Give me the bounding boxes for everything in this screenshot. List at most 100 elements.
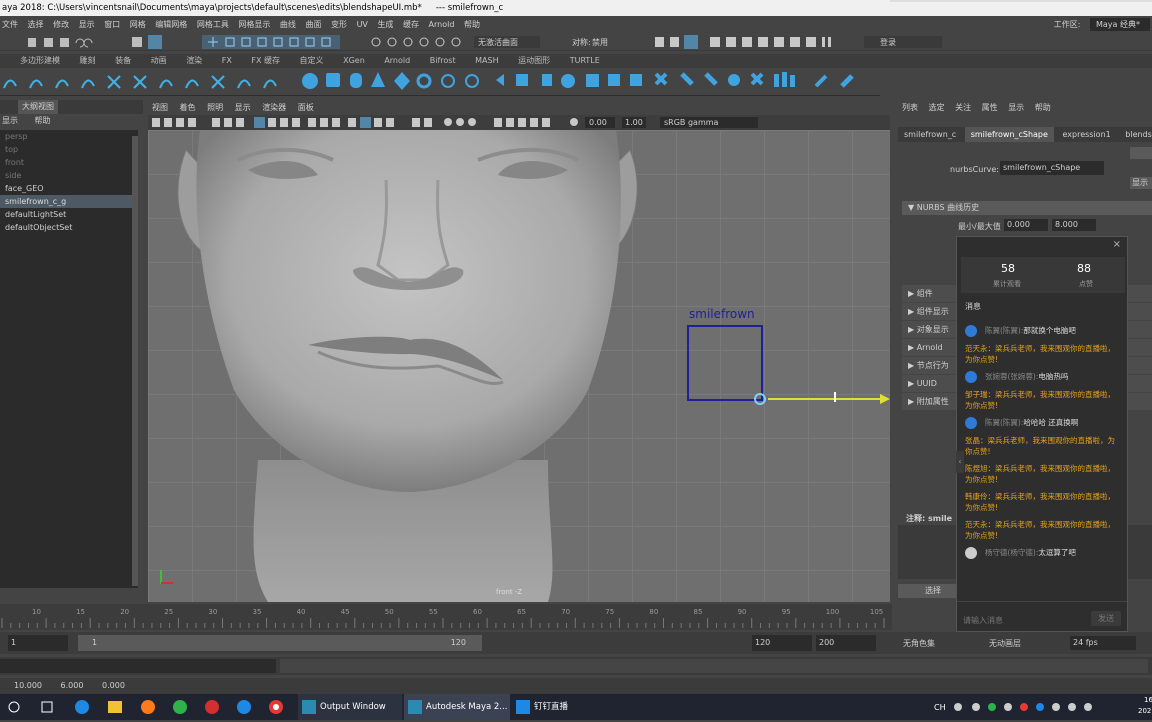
message-input[interactable]: 请输入消息: [963, 615, 1003, 626]
move-axis-line[interactable]: [768, 398, 888, 400]
symmetry-dropdown[interactable]: 禁用: [592, 37, 608, 48]
outliner-menu-help[interactable]: 帮助: [35, 116, 51, 125]
attr-menu-show[interactable]: 显示: [1008, 101, 1024, 115]
shelf-tab-rendering[interactable]: 渲染: [186, 56, 202, 65]
vp-menu-lighting[interactable]: 照明: [207, 103, 223, 112]
time-slider[interactable]: 10 15 20 25 30 35 40 45 50 55 60 65 70 75 80 85 90 95 100 1…: [0, 604, 892, 630]
attr-menu-focus[interactable]: 关注: [955, 101, 971, 115]
mel-input[interactable]: [0, 659, 276, 673]
attr-menu-help[interactable]: 帮助: [1035, 101, 1051, 115]
shelf-tab-animation[interactable]: 动画: [151, 56, 167, 65]
outliner-item-front[interactable]: front: [0, 156, 138, 169]
vp-menu-panels[interactable]: 面板: [298, 103, 314, 112]
shelf-tab-arnold[interactable]: Arnold: [384, 56, 410, 65]
outliner-item-smilefrown[interactable]: smilefrown_c_g: [0, 195, 138, 208]
shelf-tab-fx-cache[interactable]: FX 缓存: [251, 56, 280, 65]
attr-show-button[interactable]: 显示: [1130, 177, 1152, 189]
viewport-front[interactable]: smilefrown front -Z: [148, 130, 890, 602]
shelf-tab-custom[interactable]: 自定义: [300, 56, 324, 65]
shelf-tab-bifrost[interactable]: Bifrost: [430, 56, 456, 65]
menu-select[interactable]: 选择: [28, 20, 44, 29]
minmax-max-field[interactable]: 8.000: [1052, 219, 1096, 231]
shelf-tab-sculpt[interactable]: 雕刻: [80, 56, 96, 65]
node-name-field[interactable]: smilefrown_cShape: [1000, 161, 1104, 175]
workspace-dropdown[interactable]: Maya 经典*: [1090, 18, 1150, 31]
menu-file[interactable]: 文件: [2, 20, 18, 29]
exposure-field[interactable]: 0.00: [589, 118, 607, 127]
menu-mesh-display[interactable]: 网格显示: [238, 20, 270, 29]
node-tab-expression[interactable]: expression1: [1056, 130, 1116, 139]
character-set-dropdown[interactable]: 无角色集: [900, 636, 980, 650]
outliner-item-top[interactable]: top: [0, 143, 138, 156]
shelf-tab-fx[interactable]: FX: [222, 56, 232, 65]
menu-curves[interactable]: 曲线: [280, 20, 296, 29]
outliner-item-default-light-set[interactable]: defaultLightSet: [0, 208, 138, 221]
vp-menu-renderer[interactable]: 渲染器: [262, 103, 286, 112]
nurbs-history-section[interactable]: ▼ NURBS 曲线历史: [902, 201, 1152, 215]
node-tab-blendshape[interactable]: blends: [1119, 130, 1152, 139]
menu-mesh[interactable]: 网格: [130, 20, 146, 29]
curve-pivot-handle[interactable]: [754, 393, 766, 405]
outliner-item-default-object-set[interactable]: defaultObjectSet: [0, 221, 138, 234]
curve-mode-dropdown[interactable]: 无激活曲面: [478, 37, 518, 48]
taskbar-dingtalk-live[interactable]: 钉钉直播: [512, 694, 582, 720]
command-line[interactable]: [0, 657, 1152, 675]
vp-menu-view[interactable]: 视图: [152, 103, 168, 112]
menu-display[interactable]: 显示: [79, 20, 95, 29]
outliner-scrollbar[interactable]: [132, 136, 138, 586]
outliner-menu-display[interactable]: 显示: [2, 116, 18, 125]
menu-arnold[interactable]: Arnold: [429, 20, 455, 29]
taskbar-output-window[interactable]: Output Window: [298, 694, 402, 720]
collapse-left-icon[interactable]: ‹: [956, 451, 964, 473]
menu-uv[interactable]: UV: [357, 20, 368, 29]
timeline-tick-label: 50: [385, 608, 394, 616]
gamma-field[interactable]: 1.00: [625, 118, 643, 127]
vp-menu-shading[interactable]: 着色: [180, 103, 196, 112]
taskbar-maya[interactable]: Autodesk Maya 2...: [404, 694, 510, 720]
menu-cache[interactable]: 缓存: [403, 20, 419, 29]
fps-dropdown[interactable]: 24 fps: [1070, 636, 1136, 650]
move-axis-arrow-icon[interactable]: [880, 394, 890, 404]
node-tab-shape[interactable]: smilefrown_cShape: [964, 127, 1054, 142]
range-max-field[interactable]: 200: [816, 635, 876, 651]
send-button[interactable]: 发送: [1091, 611, 1121, 626]
viewport-toolbar-icons[interactable]: [148, 115, 890, 130]
node-tab-transform[interactable]: smilefrown_c: [898, 130, 962, 139]
range-start-field[interactable]: 1: [8, 635, 68, 651]
attr-menu-selected[interactable]: 选定: [929, 101, 945, 115]
shelf-tab-motion-graphics[interactable]: 运动图形: [518, 56, 550, 65]
shelf-tab-xgen[interactable]: XGen: [343, 56, 365, 65]
attr-menu-attributes[interactable]: 属性: [982, 101, 998, 115]
menu-window[interactable]: 窗口: [104, 20, 120, 29]
menu-help[interactable]: 帮助: [464, 20, 480, 29]
login-button[interactable]: 登录: [880, 37, 896, 48]
poly-primitive-icons[interactable]: [296, 68, 896, 96]
head-model[interactable]: [148, 130, 890, 602]
menu-deform[interactable]: 变形: [331, 20, 347, 29]
attr-side-button-top[interactable]: [1130, 147, 1152, 159]
attr-menu-list[interactable]: 列表: [902, 101, 918, 115]
close-icon[interactable]: ×: [1113, 239, 1121, 250]
minmax-min-field[interactable]: 0.000: [1004, 219, 1048, 231]
shelf-tab-turtle[interactable]: TURTLE: [570, 56, 600, 65]
smilefrown-curve[interactable]: [687, 325, 763, 401]
menu-generate[interactable]: 生成: [377, 20, 393, 29]
anim-layer-dropdown[interactable]: 无动画层: [986, 636, 1066, 650]
shelf-tab-mash[interactable]: MASH: [475, 56, 498, 65]
taskbar-pinned-icons[interactable]: [0, 694, 300, 720]
shelf-tab-rigging[interactable]: 装备: [115, 56, 131, 65]
menu-mesh-tools[interactable]: 网格工具: [197, 20, 229, 29]
outliner-item-face-geo[interactable]: face_GEO: [0, 182, 138, 195]
outliner-item-side[interactable]: side: [0, 169, 138, 182]
menu-edit-mesh[interactable]: 编辑网格: [155, 20, 187, 29]
range-end-field[interactable]: 120: [752, 635, 812, 651]
range-slider-bar[interactable]: 1 120: [78, 635, 482, 651]
shelf-tab-poly[interactable]: 多边形建模: [20, 56, 60, 65]
system-tray-icons[interactable]: CH: [930, 694, 1130, 720]
outliner-item-persp[interactable]: persp: [0, 130, 138, 143]
vp-menu-show[interactable]: 显示: [235, 103, 251, 112]
outliner-tab[interactable]: 大纲视图: [18, 100, 58, 114]
menu-surfaces[interactable]: 曲面: [305, 20, 321, 29]
color-space-dropdown[interactable]: sRGB gamma: [664, 118, 718, 127]
menu-modify[interactable]: 修改: [53, 20, 69, 29]
